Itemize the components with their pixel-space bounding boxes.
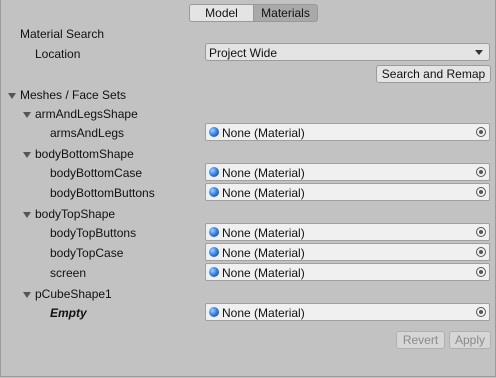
material-value: None (Material) xyxy=(222,226,305,240)
material-field-bodybottombuttons[interactable]: None (Material) xyxy=(205,183,490,201)
mesh-label-empty: Empty xyxy=(50,306,87,320)
group-bodytopshape: bodyTopShape xyxy=(35,207,116,221)
material-sphere-icon xyxy=(209,167,219,177)
chevron-down-icon xyxy=(475,50,483,55)
material-field-bodytopcase[interactable]: None (Material) xyxy=(205,243,490,261)
material-field-screen[interactable]: None (Material) xyxy=(205,263,490,281)
material-field-bodytopbuttons[interactable]: None (Material) xyxy=(205,223,490,241)
material-sphere-icon xyxy=(209,187,219,197)
mesh-label-bodybottombuttons: bodyBottomButtons xyxy=(50,186,155,200)
apply-button[interactable]: Apply xyxy=(449,331,491,349)
mesh-label-bodytopbuttons: bodyTopButtons xyxy=(50,226,137,240)
group-pcubeshape1: pCubeShape1 xyxy=(35,287,112,301)
material-value: None (Material) xyxy=(222,266,305,280)
revert-button[interactable]: Revert xyxy=(396,331,445,349)
location-value: Project Wide xyxy=(209,46,278,60)
material-value: None (Material) xyxy=(222,166,305,180)
material-sphere-icon xyxy=(209,267,219,277)
mesh-label-screen: screen xyxy=(50,266,87,280)
material-search-title: Material Search xyxy=(20,27,105,41)
group-armandlegsshape: armAndLegsShape xyxy=(35,107,138,121)
location-label: Location xyxy=(35,47,81,61)
object-picker-icon[interactable] xyxy=(476,267,486,277)
tab-model[interactable]: Model xyxy=(189,4,254,22)
object-picker-icon[interactable] xyxy=(476,227,486,237)
material-value: None (Material) xyxy=(222,126,305,140)
object-picker-icon[interactable] xyxy=(476,307,486,317)
material-sphere-icon xyxy=(209,307,219,317)
foldout-arrow-icon[interactable] xyxy=(23,292,31,298)
mesh-label-bodytopcase: bodyTopCase xyxy=(50,246,124,260)
material-field-empty[interactable]: None (Material) xyxy=(205,303,490,321)
object-picker-icon[interactable] xyxy=(476,247,486,257)
search-and-remap-button[interactable]: Search and Remap xyxy=(376,65,491,83)
object-picker-icon[interactable] xyxy=(476,127,486,137)
material-value: None (Material) xyxy=(222,306,305,320)
object-picker-icon[interactable] xyxy=(476,167,486,177)
material-field-bodybottomcase[interactable]: None (Material) xyxy=(205,163,490,181)
tab-bar: Model Materials xyxy=(189,4,318,22)
foldout-arrow-icon[interactable] xyxy=(23,152,31,158)
meshes-header: Meshes / Face Sets xyxy=(20,88,127,102)
material-value: None (Material) xyxy=(222,246,305,260)
material-sphere-icon xyxy=(209,127,219,137)
mesh-label-armsandlegs: armsAndLegs xyxy=(50,126,125,140)
group-bodybottomshape: bodyBottomShape xyxy=(35,147,134,161)
foldout-arrow-icon[interactable] xyxy=(8,93,16,99)
object-picker-icon[interactable] xyxy=(476,187,486,197)
foldout-arrow-icon[interactable] xyxy=(23,212,31,218)
material-value: None (Material) xyxy=(222,186,305,200)
foldout-arrow-icon[interactable] xyxy=(23,112,31,118)
material-sphere-icon xyxy=(209,247,219,257)
material-field-armsandlegs[interactable]: None (Material) xyxy=(205,123,490,141)
material-sphere-icon xyxy=(209,227,219,237)
location-dropdown[interactable]: Project Wide xyxy=(205,43,490,61)
mesh-label-bodybottomcase: bodyBottomCase xyxy=(50,166,143,180)
tab-materials[interactable]: Materials xyxy=(254,4,318,22)
